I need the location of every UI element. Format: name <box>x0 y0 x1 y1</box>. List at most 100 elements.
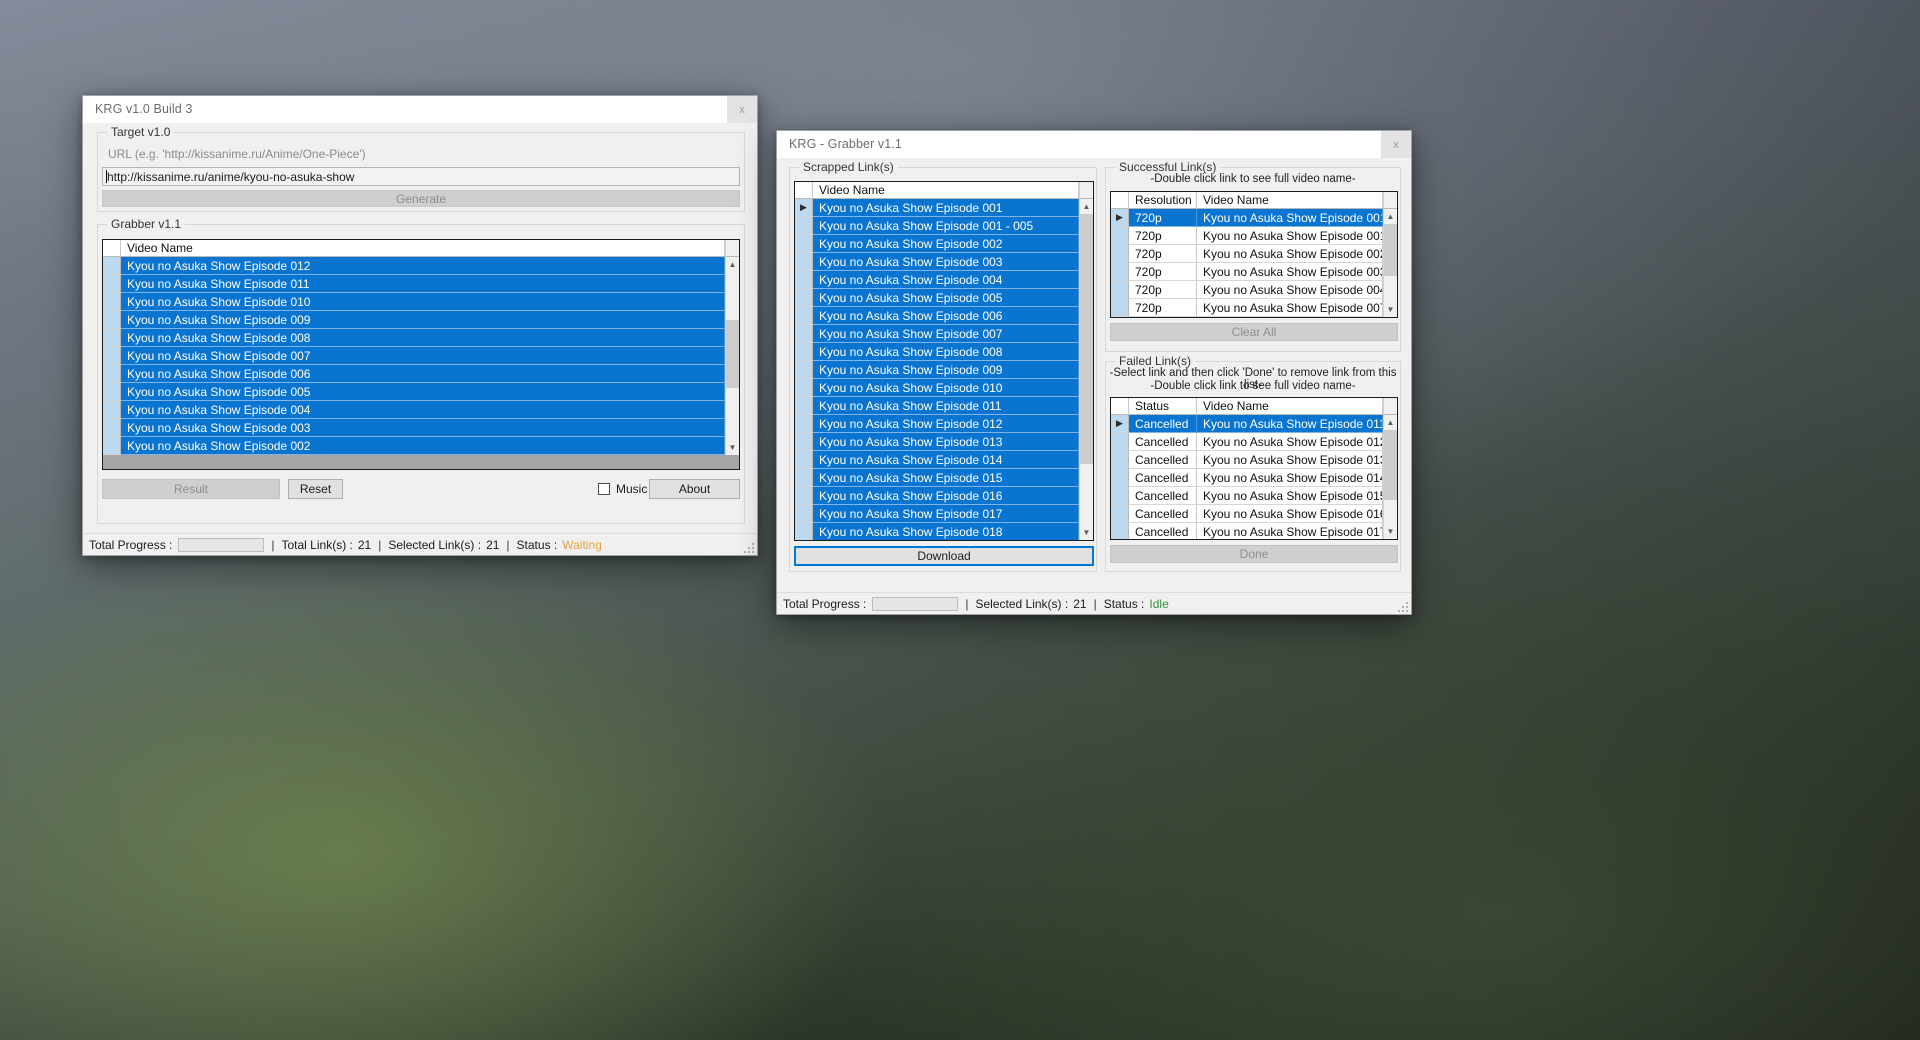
table-row[interactable]: Kyou no Asuka Show Episode 009 <box>795 361 1079 379</box>
music-checkbox-wrap[interactable]: Music <box>598 482 647 496</box>
cell-video-name[interactable]: Kyou no Asuka Show Episode 012 <box>1197 433 1383 451</box>
cell-resolution[interactable]: 720p <box>1129 245 1197 263</box>
cell-video-name[interactable]: Kyou no Asuka Show Episode 013 <box>1197 451 1383 469</box>
row-header[interactable] <box>795 397 813 415</box>
scrapped-scroll-thumb[interactable] <box>1080 214 1093 464</box>
table-row[interactable]: Kyou no Asuka Show Episode 002 <box>795 235 1079 253</box>
row-header[interactable] <box>103 275 121 293</box>
row-header[interactable] <box>795 217 813 235</box>
table-row[interactable]: 720pKyou no Asuka Show Episode 001 - 005 <box>1111 227 1383 245</box>
cell-status[interactable]: Cancelled <box>1129 523 1197 539</box>
cell-video-name[interactable]: Kyou no Asuka Show Episode 004 <box>1197 281 1383 299</box>
table-row[interactable]: 720pKyou no Asuka Show Episode 004 <box>1111 281 1383 299</box>
row-header[interactable] <box>103 347 121 365</box>
cell-video-name[interactable]: Kyou no Asuka Show Episode 012 <box>813 415 1079 433</box>
table-row[interactable]: Kyou no Asuka Show Episode 008 <box>103 329 725 347</box>
window1-titlebar[interactable]: KRG v1.0 Build 3 x <box>83 96 757 123</box>
cell-resolution[interactable]: 720p <box>1129 299 1197 317</box>
table-row[interactable]: Kyou no Asuka Show Episode 011 <box>103 275 725 293</box>
scroll-up-icon[interactable]: ▲ <box>726 257 740 272</box>
cell-video-name[interactable]: Kyou no Asuka Show Episode 001 <box>813 199 1079 217</box>
table-row[interactable]: Kyou no Asuka Show Episode 001 - 005 <box>795 217 1079 235</box>
row-header[interactable] <box>103 257 121 275</box>
cell-status[interactable]: Cancelled <box>1129 451 1197 469</box>
row-header[interactable] <box>795 343 813 361</box>
cell-video-name[interactable]: Kyou no Asuka Show Episode 010 <box>121 293 725 311</box>
close-icon[interactable]: x <box>1381 131 1411 158</box>
window2-titlebar[interactable]: KRG - Grabber v1.1 x <box>777 131 1411 158</box>
failed-scroll-track[interactable] <box>1384 430 1398 524</box>
about-button[interactable]: About <box>649 479 740 499</box>
cell-video-name[interactable]: Kyou no Asuka Show Episode 016 <box>1197 505 1383 523</box>
cell-video-name[interactable]: Kyou no Asuka Show Episode 004 <box>813 271 1079 289</box>
cell-video-name[interactable]: Kyou no Asuka Show Episode 008 <box>813 343 1079 361</box>
table-row[interactable]: CancelledKyou no Asuka Show Episode 013 <box>1111 451 1383 469</box>
resize-grip-icon[interactable] <box>742 541 754 553</box>
failed-scroll-thumb[interactable] <box>1384 430 1397 500</box>
row-header[interactable] <box>795 361 813 379</box>
row-header[interactable] <box>103 419 121 437</box>
table-row[interactable]: Kyou no Asuka Show Episode 013 <box>795 433 1079 451</box>
window2-system-buttons[interactable]: x <box>1381 131 1411 158</box>
failed-grid[interactable]: Status Video Name ▶CancelledKyou no Asuk… <box>1110 397 1398 540</box>
row-header[interactable] <box>1111 523 1129 539</box>
table-row[interactable]: Kyou no Asuka Show Episode 011 <box>795 397 1079 415</box>
cell-video-name[interactable]: Kyou no Asuka Show Episode 001 - 005 <box>813 217 1079 235</box>
current-row-indicator-icon[interactable]: ▶ <box>795 199 813 217</box>
cell-video-name[interactable]: Kyou no Asuka Show Episode 011 <box>813 397 1079 415</box>
cell-status[interactable]: Cancelled <box>1129 487 1197 505</box>
row-header[interactable] <box>103 383 121 401</box>
row-header[interactable] <box>103 437 121 455</box>
row-header[interactable] <box>795 379 813 397</box>
cell-video-name[interactable]: Kyou no Asuka Show Episode 011 <box>121 275 725 293</box>
cell-status[interactable]: Cancelled <box>1129 415 1197 433</box>
row-header[interactable] <box>795 307 813 325</box>
successful-scroll-track[interactable] <box>1384 224 1398 302</box>
row-header[interactable] <box>103 329 121 347</box>
cell-resolution[interactable]: 720p <box>1129 263 1197 281</box>
row-header[interactable] <box>1111 451 1129 469</box>
cell-video-name[interactable]: Kyou no Asuka Show Episode 016 <box>813 487 1079 505</box>
successful-grid-body[interactable]: ▶720pKyou no Asuka Show Episode 001720pK… <box>1111 209 1383 317</box>
row-header[interactable] <box>795 451 813 469</box>
grabber-scroll-track[interactable] <box>726 272 740 440</box>
resize-grip-icon[interactable] <box>1396 600 1408 612</box>
table-row[interactable]: ▶Kyou no Asuka Show Episode 001 <box>795 199 1079 217</box>
krg-main-window[interactable]: KRG v1.0 Build 3 x Target v1.0 URL (e.g.… <box>82 95 758 556</box>
table-row[interactable]: Kyou no Asuka Show Episode 002 <box>103 437 725 455</box>
row-header[interactable] <box>1111 245 1129 263</box>
cell-video-name[interactable]: Kyou no Asuka Show Episode 005 <box>813 289 1079 307</box>
table-row[interactable]: Kyou no Asuka Show Episode 018 <box>795 523 1079 540</box>
cell-video-name[interactable]: Kyou no Asuka Show Episode 013 <box>813 433 1079 451</box>
scrapped-vertical-scrollbar[interactable]: ▲ ▼ <box>1079 199 1093 540</box>
grabber-scroll-thumb[interactable] <box>726 320 739 388</box>
table-row[interactable]: Kyou no Asuka Show Episode 014 <box>795 451 1079 469</box>
cell-video-name[interactable]: Kyou no Asuka Show Episode 002 <box>1197 245 1383 263</box>
scroll-up-icon[interactable]: ▲ <box>1384 209 1398 224</box>
table-row[interactable]: Kyou no Asuka Show Episode 005 <box>103 383 725 401</box>
cell-status[interactable]: Cancelled <box>1129 505 1197 523</box>
table-row[interactable]: ▶CancelledKyou no Asuka Show Episode 011 <box>1111 415 1383 433</box>
done-button[interactable]: Done <box>1110 545 1398 563</box>
cell-status[interactable]: Cancelled <box>1129 433 1197 451</box>
cell-video-name[interactable]: Kyou no Asuka Show Episode 015 <box>813 469 1079 487</box>
table-row[interactable]: Kyou no Asuka Show Episode 012 <box>103 257 725 275</box>
table-row[interactable]: Kyou no Asuka Show Episode 006 <box>795 307 1079 325</box>
cell-video-name[interactable]: Kyou no Asuka Show Episode 018 <box>813 523 1079 540</box>
window1-system-buttons[interactable]: x <box>727 96 757 123</box>
row-header[interactable] <box>795 433 813 451</box>
reset-button[interactable]: Reset <box>288 479 343 499</box>
successful-grid[interactable]: Resolution Video Name ▶720pKyou no Asuka… <box>1110 191 1398 318</box>
cell-video-name[interactable]: Kyou no Asuka Show Episode 007 <box>1197 299 1383 317</box>
cell-video-name[interactable]: Kyou no Asuka Show Episode 014 <box>1197 469 1383 487</box>
row-header[interactable] <box>795 271 813 289</box>
current-row-indicator-icon[interactable]: ▶ <box>1111 415 1129 433</box>
table-row[interactable]: CancelledKyou no Asuka Show Episode 014 <box>1111 469 1383 487</box>
scroll-up-icon[interactable]: ▲ <box>1080 199 1094 214</box>
table-row[interactable]: Kyou no Asuka Show Episode 007 <box>103 347 725 365</box>
table-row[interactable]: Kyou no Asuka Show Episode 017 <box>795 505 1079 523</box>
successful-scroll-thumb[interactable] <box>1384 224 1397 276</box>
table-row[interactable]: Kyou no Asuka Show Episode 004 <box>795 271 1079 289</box>
cell-video-name[interactable]: Kyou no Asuka Show Episode 003 <box>121 419 725 437</box>
cell-video-name[interactable]: Kyou no Asuka Show Episode 009 <box>813 361 1079 379</box>
